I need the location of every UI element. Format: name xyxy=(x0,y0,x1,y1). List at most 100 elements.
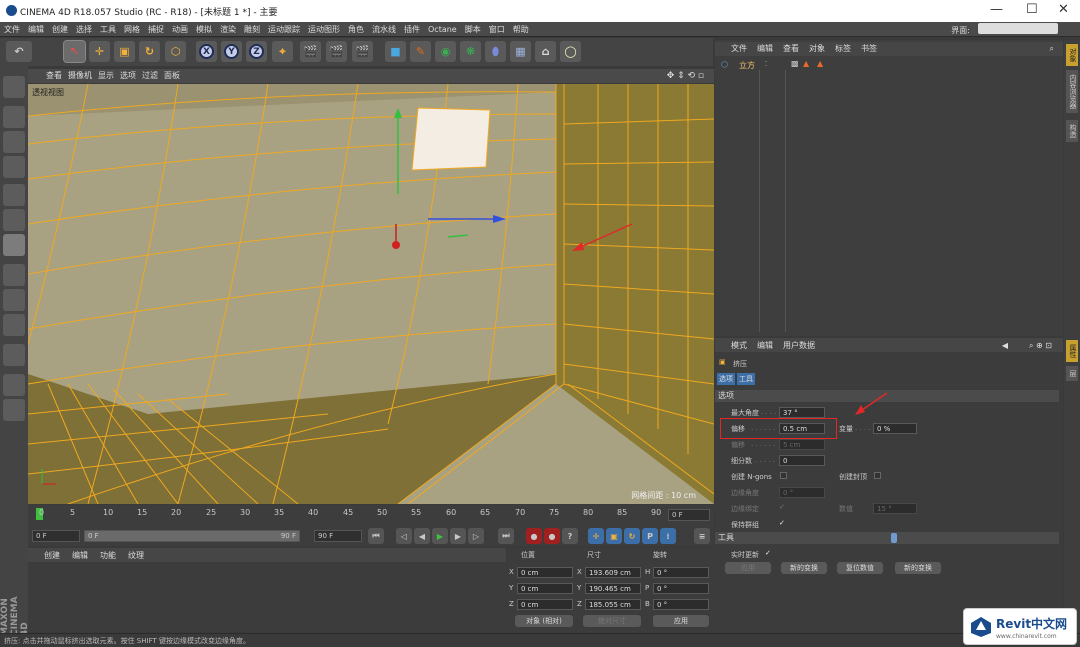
menu-window[interactable]: 窗口 xyxy=(485,22,509,35)
object-mode-icon[interactable]: ⬡ xyxy=(165,41,186,62)
play-icon[interactable]: ▶ xyxy=(432,528,448,544)
workplane-icon[interactable] xyxy=(3,156,25,178)
object-name[interactable]: 立方 xyxy=(739,60,755,71)
pos-x-field[interactable]: 0 cm xyxy=(517,567,573,578)
timeline-ruler[interactable]: 0 5 10 15 20 25 30 35 40 45 50 55 60 65 … xyxy=(28,505,714,527)
viewport-menu-display[interactable]: 显示 xyxy=(98,69,120,81)
menu-snap[interactable]: 捕捉 xyxy=(144,22,168,35)
obj-menu-bookmarks[interactable]: 书签 xyxy=(856,42,882,55)
viewport-menu-filter[interactable]: 过滤 xyxy=(142,69,164,81)
maximize-button[interactable]: ☐ xyxy=(1026,2,1038,17)
interface-dropdown[interactable]: 启动 xyxy=(978,23,1058,35)
menu-help[interactable]: 帮助 xyxy=(509,22,533,35)
cube-primitive-icon[interactable]: ■ xyxy=(385,41,406,62)
menu-pipeline[interactable]: 流水线 xyxy=(368,22,400,35)
menu-select[interactable]: 选择 xyxy=(72,22,96,35)
obj-menu-objects[interactable]: 对象 xyxy=(804,42,830,55)
goto-start-icon[interactable]: ⏮ xyxy=(368,528,384,544)
texture-mode-icon[interactable] xyxy=(3,131,25,153)
obj-menu-view[interactable]: 查看 xyxy=(778,42,804,55)
polygons-mode-icon[interactable] xyxy=(3,234,25,256)
back-arrow-icon[interactable]: ◀ xyxy=(997,339,1013,352)
max-angle-field[interactable]: 37 ° xyxy=(779,407,825,418)
menu-file[interactable]: 文件 xyxy=(0,22,24,35)
select-arrow-icon[interactable]: ↖ xyxy=(63,40,86,63)
camera-icon[interactable]: ⌂ xyxy=(535,41,556,62)
render-view-icon[interactable]: 🎬 xyxy=(300,41,321,62)
keep-groups-checkbox[interactable]: ✓ xyxy=(779,519,785,527)
pen-spline-icon[interactable]: ✎ xyxy=(410,41,431,62)
rot-h-field[interactable]: 0 ° xyxy=(653,567,709,578)
x-axis-lock-icon[interactable]: X xyxy=(196,41,217,62)
viewport-nav-icons[interactable]: ✥ ⇕ ⟲ ▫ xyxy=(667,70,710,81)
end-frame-field[interactable]: 90 F xyxy=(314,530,362,542)
menu-sculpt[interactable]: 雕刻 xyxy=(240,22,264,35)
new-transform-button[interactable]: 新的变换 xyxy=(781,562,827,574)
tab-structure[interactable]: 构造 xyxy=(1066,120,1078,142)
edges-mode-icon[interactable] xyxy=(3,209,25,231)
menu-plugins[interactable]: 插件 xyxy=(400,22,424,35)
attr-menu-edit[interactable]: 编辑 xyxy=(752,338,778,353)
attr-menu-userdata[interactable]: 用户数据 xyxy=(778,338,820,353)
object-row-cube[interactable]: ⬡ 立方 ⁚ ▩ ▲ ▲ xyxy=(717,59,1061,71)
tab-layers[interactable]: 层 xyxy=(1066,366,1078,381)
warning-tag-icon[interactable]: ▲ xyxy=(817,59,823,68)
coord-apply-button[interactable]: 应用 xyxy=(653,615,709,627)
undo-icon[interactable]: ↶ xyxy=(6,41,32,62)
rot-b-field[interactable]: 0 ° xyxy=(653,599,709,610)
obj-menu-edit[interactable]: 编辑 xyxy=(752,42,778,55)
attr-nav-icons[interactable]: ⌕ ⊕ ⊡ xyxy=(1024,339,1057,353)
viewport-menu-camera[interactable]: 摄像机 xyxy=(68,69,98,81)
section-resize-handle[interactable] xyxy=(891,533,897,543)
viewport-menu-view[interactable]: 查看 xyxy=(28,69,68,81)
pos-y-field[interactable]: 0 cm xyxy=(517,583,573,594)
tweak-mode-icon[interactable] xyxy=(3,289,25,311)
distance-field[interactable]: 5 cm xyxy=(779,439,825,450)
reset-values-button[interactable]: 复位数值 xyxy=(837,562,883,574)
size-x-field[interactable]: 193.609 cm xyxy=(585,567,641,578)
render-picture-viewer-icon[interactable]: 🎬 xyxy=(326,41,347,62)
next-key-icon[interactable]: ▷ xyxy=(468,528,484,544)
tab-attributes[interactable]: 属性 xyxy=(1066,340,1078,362)
menu-mesh[interactable]: 网格 xyxy=(120,22,144,35)
keyframe-selection-icon[interactable]: ? xyxy=(562,528,578,544)
count-field[interactable]: 15 ° xyxy=(873,503,917,514)
magnet-icon[interactable] xyxy=(3,344,25,366)
snap-icon[interactable] xyxy=(3,314,25,336)
material-menu-edit[interactable]: 编辑 xyxy=(66,548,94,561)
warning-tag-icon[interactable]: ▲ xyxy=(803,59,809,68)
menu-character[interactable]: 角色 xyxy=(344,22,368,35)
start-frame-field[interactable]: 0 F xyxy=(32,530,80,542)
key-param-icon[interactable]: P xyxy=(642,528,658,544)
timeline-menu-icon[interactable]: ≡ xyxy=(694,528,710,544)
menu-render[interactable]: 渲染 xyxy=(216,22,240,35)
floor-environment-icon[interactable]: ▦ xyxy=(510,41,531,62)
coordinate-system-icon[interactable]: ⌖ xyxy=(272,41,293,62)
next-frame-icon[interactable]: ▶ xyxy=(450,528,466,544)
close-button[interactable]: ✕ xyxy=(1058,2,1069,17)
render-settings-icon[interactable]: 🎬 xyxy=(352,41,373,62)
minimize-button[interactable]: — xyxy=(990,2,1003,17)
prev-key-icon[interactable]: ◁ xyxy=(396,528,412,544)
create-caps-checkbox[interactable] xyxy=(874,472,881,479)
z-axis-lock-icon[interactable]: Z xyxy=(246,41,267,62)
key-scale-icon[interactable]: ▣ xyxy=(606,528,622,544)
new-transform-button-2[interactable]: 新的变换 xyxy=(895,562,941,574)
record-key-icon[interactable]: ● xyxy=(526,528,542,544)
coord-mode-dropdown[interactable]: 对象 (相对) xyxy=(515,615,573,627)
edge-angle-field[interactable]: 0 ° xyxy=(779,487,825,498)
edge-bind-checkbox[interactable]: ✓ xyxy=(779,503,785,511)
scale-icon[interactable]: ▣ xyxy=(114,41,135,62)
key-position-icon[interactable]: ✛ xyxy=(588,528,604,544)
apply-button[interactable]: 应用 xyxy=(725,562,771,574)
obj-menu-file[interactable]: 文件 xyxy=(715,42,752,55)
goto-end-icon[interactable]: ⏭ xyxy=(498,528,514,544)
menu-animate[interactable]: 动画 xyxy=(168,22,192,35)
grid-lock-icon[interactable] xyxy=(3,374,25,396)
axis-mode-icon[interactable] xyxy=(3,264,25,286)
material-menu-function[interactable]: 功能 xyxy=(94,548,122,561)
checker-tag-icon[interactable]: ▩ xyxy=(791,59,799,68)
menu-octane[interactable]: Octane xyxy=(424,23,461,34)
subdivision-field[interactable]: 0 xyxy=(779,455,825,466)
rot-p-field[interactable]: 0 ° xyxy=(653,583,709,594)
